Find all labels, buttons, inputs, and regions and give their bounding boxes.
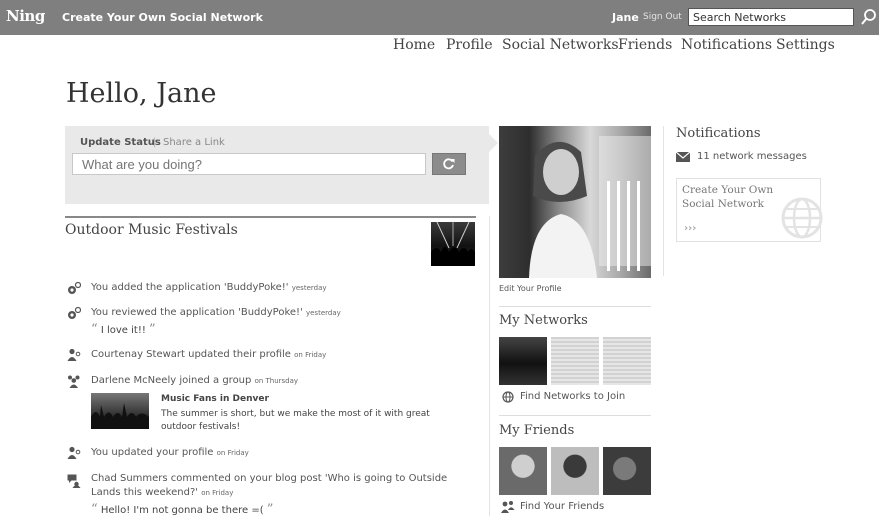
feed-item-continued[interactable]: Lands this weekend?' on Friday [91, 487, 233, 498]
find-friends-link[interactable]: Find Your Friends [520, 501, 604, 512]
create-network-text[interactable]: Create Your Own Social Network [682, 183, 782, 211]
nav-social-networks[interactable]: Social Networks [502, 37, 619, 53]
feed-item[interactable]: You updated your profile on Friday [91, 447, 249, 458]
profile-update-icon [67, 348, 81, 361]
people-icon [501, 501, 515, 513]
festival-thumbnail[interactable] [431, 221, 475, 266]
group-name-link[interactable]: Music Fans in Denver [161, 394, 269, 404]
application-icon [68, 281, 81, 294]
refresh-icon [443, 158, 455, 170]
group-icon [68, 375, 80, 388]
feed-item[interactable]: Courtenay Stewart updated their profile … [91, 349, 326, 360]
crowd-image-icon [431, 221, 475, 266]
status-input[interactable] [72, 153, 426, 175]
page-title: Hello, Jane [66, 78, 217, 109]
tab-separator: | [153, 137, 157, 148]
feed-quote: “ I love it!! ” [91, 322, 156, 337]
friend-avatar[interactable] [499, 447, 547, 495]
feed-item[interactable]: You reviewed the application 'BuddyPoke!… [91, 307, 341, 318]
nav-notifications[interactable]: Notifications [681, 37, 772, 53]
tab-share-link[interactable]: Share a Link [163, 137, 225, 148]
nav-friends[interactable]: Friends [618, 37, 672, 53]
tab-update-status[interactable]: Update Status [80, 137, 161, 148]
sign-out-link[interactable]: Sign Out [643, 12, 682, 22]
search-icon[interactable] [860, 8, 878, 26]
divider [499, 306, 651, 307]
friend-avatar[interactable] [603, 447, 651, 495]
profile-photo[interactable] [499, 126, 651, 278]
divider [499, 415, 651, 416]
section-title: Outdoor Music Festivals [65, 222, 238, 238]
find-networks-link[interactable]: Find Networks to Join [520, 391, 625, 402]
user-name-link[interactable]: Jane [612, 11, 639, 24]
column-divider [489, 216, 490, 516]
friend-avatar[interactable] [551, 447, 599, 495]
ning-logo[interactable]: Ning [6, 7, 45, 25]
feed-quote: “ Hello! I'm not gonna be there =( ” [91, 502, 274, 517]
application-icon [68, 306, 81, 319]
my-friends-title: My Friends [499, 423, 575, 438]
feed-item[interactable]: Darlene McNeely joined a group on Thursd… [91, 375, 298, 386]
feed-item[interactable]: Chad Summers commented on your blog post… [91, 473, 447, 484]
create-network-arrow[interactable]: ››› [684, 223, 696, 234]
network-thumbnail[interactable] [499, 337, 547, 385]
search-input[interactable] [688, 8, 854, 26]
column-divider [663, 126, 664, 276]
feed-item[interactable]: You added the application 'BuddyPoke!' y… [91, 282, 327, 293]
globe-icon [502, 391, 514, 403]
nav-settings[interactable]: Settings [776, 37, 835, 53]
profile-update-icon [67, 446, 81, 459]
status-submit-button[interactable] [432, 153, 466, 175]
nav-home[interactable]: Home [393, 37, 435, 53]
notifications-title: Notifications [676, 126, 761, 141]
group-thumbnail[interactable] [91, 393, 149, 429]
my-networks-title: My Networks [499, 313, 588, 328]
nav-profile[interactable]: Profile [446, 37, 493, 53]
edit-profile-link[interactable]: Edit Your Profile [499, 284, 562, 293]
profile-photo-image [529, 136, 651, 278]
section-divider [65, 216, 476, 218]
group-description: The summer is short, but we make the mos… [161, 409, 430, 432]
concert-image-icon [91, 403, 149, 429]
network-thumbnail[interactable] [603, 337, 651, 385]
globe-icon [781, 197, 823, 239]
comment-icon [67, 474, 81, 488]
create-network-link[interactable]: Create Your Own Social Network [62, 11, 263, 24]
envelope-icon [676, 152, 690, 162]
network-thumbnail[interactable] [551, 337, 599, 385]
status-box-pointer [489, 134, 498, 152]
network-messages-link[interactable]: 11 network messages [697, 151, 807, 162]
